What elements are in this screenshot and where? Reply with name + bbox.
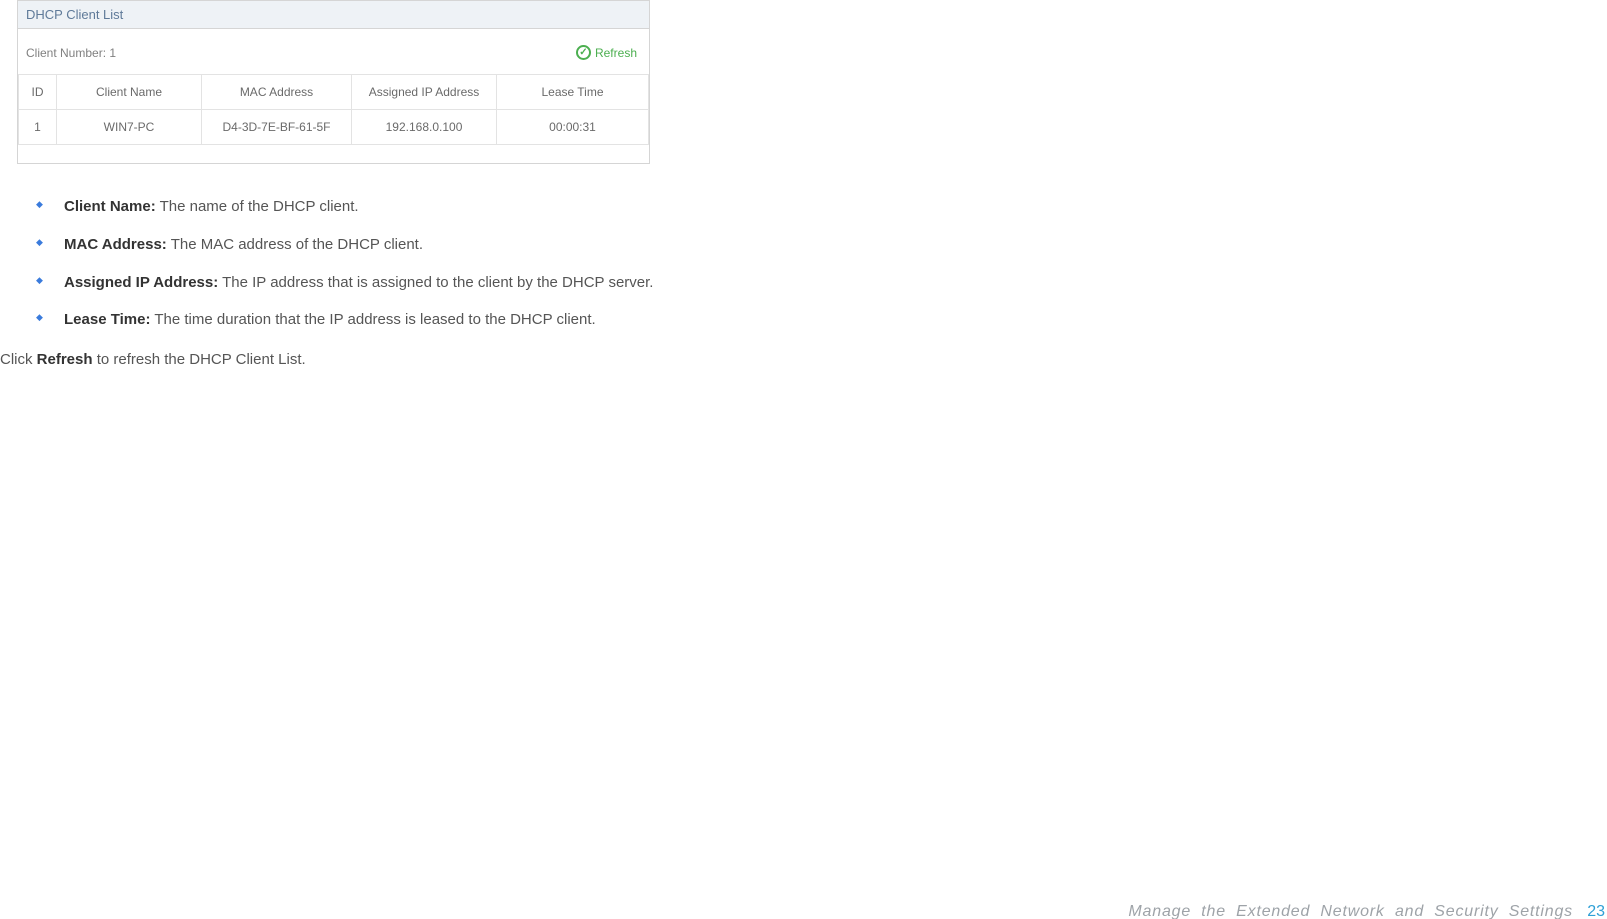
col-client-name: Client Name <box>57 75 202 110</box>
list-item: Assigned IP Address: The IP address that… <box>0 272 676 294</box>
term: Lease Time: <box>64 311 150 328</box>
closing-line: Click Refresh to refresh the DHCP Client… <box>0 349 676 371</box>
table-header-row: ID Client Name MAC Address Assigned IP A… <box>19 75 649 110</box>
cell-client-name: WIN7-PC <box>57 110 202 145</box>
refresh-icon: ✓ <box>576 45 591 60</box>
body-content: Client Name: The name of the DHCP client… <box>0 196 676 371</box>
term: Assigned IP Address: <box>64 274 218 291</box>
desc: The MAC address of the DHCP client. <box>167 236 423 253</box>
col-lease: Lease Time <box>497 75 649 110</box>
closing-pre: Click <box>0 351 37 368</box>
page-footer: Manage the Extended Network and Security… <box>1128 903 1605 919</box>
list-item: MAC Address: The MAC address of the DHCP… <box>0 234 676 256</box>
dhcp-panel: DHCP Client List Client Number: 1 ✓ Refr… <box>17 0 650 164</box>
cell-id: 1 <box>19 110 57 145</box>
footer-title: Manage the Extended Network and Security… <box>1128 903 1573 919</box>
cell-mac: D4-3D-7E-BF-61-5F <box>202 110 352 145</box>
closing-post: to refresh the DHCP Client List. <box>93 351 306 368</box>
refresh-button[interactable]: ✓ Refresh <box>576 45 637 60</box>
desc: The time duration that the IP address is… <box>150 311 595 328</box>
col-mac: MAC Address <box>202 75 352 110</box>
list-item: Lease Time: The time duration that the I… <box>0 309 676 331</box>
cell-ip: 192.168.0.100 <box>352 110 497 145</box>
panel-footer-space <box>18 145 649 163</box>
dhcp-table: ID Client Name MAC Address Assigned IP A… <box>18 74 649 145</box>
page-number: 23 <box>1587 903 1605 919</box>
table-row: 1 WIN7-PC D4-3D-7E-BF-61-5F 192.168.0.10… <box>19 110 649 145</box>
col-ip: Assigned IP Address <box>352 75 497 110</box>
panel-title: DHCP Client List <box>18 1 649 29</box>
client-number-label: Client Number: 1 <box>26 46 116 60</box>
closing-bold: Refresh <box>37 351 93 368</box>
desc: The IP address that is assigned to the c… <box>218 274 653 291</box>
term: MAC Address: <box>64 236 167 253</box>
desc: The name of the DHCP client. <box>156 198 359 215</box>
term: Client Name: <box>64 198 156 215</box>
cell-lease: 00:00:31 <box>497 110 649 145</box>
panel-subheader: Client Number: 1 ✓ Refresh <box>18 29 649 74</box>
bullet-list: Client Name: The name of the DHCP client… <box>0 196 676 331</box>
list-item: Client Name: The name of the DHCP client… <box>0 196 676 218</box>
col-id: ID <box>19 75 57 110</box>
refresh-label: Refresh <box>595 46 637 60</box>
